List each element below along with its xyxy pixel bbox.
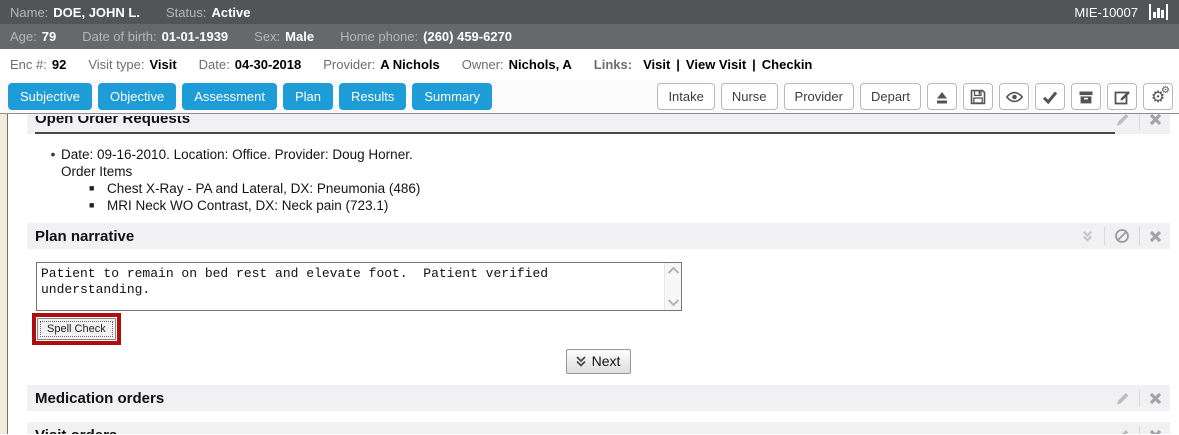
confirm-button[interactable] — [1035, 83, 1065, 110]
preview-eye-icon — [1005, 88, 1024, 106]
visit-type-value: Visit — [149, 57, 176, 72]
link-visit[interactable]: Visit — [643, 57, 670, 72]
disable-ban-icon[interactable] — [1114, 228, 1130, 244]
patient-status-group: Status: Active — [166, 5, 251, 20]
age-value: 79 — [42, 29, 56, 44]
section-header-open-order-requests[interactable]: Open Order Requests — [27, 114, 1170, 134]
enc-number-label: Enc #: — [10, 57, 47, 72]
sex-value: Male — [285, 29, 314, 44]
nurse-button[interactable]: Nurse — [721, 83, 778, 110]
close-x-icon[interactable] — [1149, 392, 1162, 405]
encounter-toolbar: Subjective Objective Assessment Plan Res… — [0, 80, 1179, 114]
settings-button[interactable]: ⚙ ⚙ — [1143, 83, 1173, 110]
eject-icon — [933, 88, 951, 106]
close-x-icon[interactable] — [1149, 230, 1162, 243]
edit-pencil-icon[interactable] — [1115, 114, 1130, 132]
tab-plan[interactable]: Plan — [283, 83, 333, 110]
archive-icon — [1077, 88, 1095, 106]
order-item: ■ Chest X-Ray - PA and Lateral, DX: Pneu… — [45, 180, 1170, 197]
eject-button[interactable] — [927, 83, 957, 110]
double-chevron-down-icon — [575, 355, 587, 368]
compose-button[interactable] — [1107, 83, 1137, 110]
visit-date-label: Date: — [199, 57, 230, 72]
spell-check-button[interactable]: Spell Check — [37, 318, 116, 340]
flowsheet-bar-chart-icon[interactable] — [1148, 4, 1169, 20]
intake-button[interactable]: Intake — [657, 83, 714, 110]
content-area: Open Order Requests • Date: 09 — [0, 114, 1179, 434]
owner-value: Nichols, A — [509, 57, 572, 72]
left-edge-strip — [0, 114, 8, 434]
checkmark-icon — [1041, 88, 1059, 106]
tab-subjective[interactable]: Subjective — [8, 83, 92, 110]
encounter-links: Links: Visit | View Visit | Checkin — [594, 57, 813, 72]
visit-date-value: 04-30-2018 — [235, 57, 302, 72]
section-title: Open Order Requests — [35, 116, 1115, 131]
age-label: Age: — [10, 29, 37, 44]
next-button[interactable]: Next — [566, 349, 632, 374]
patient-name: DOE, JOHN L. — [53, 5, 140, 20]
patient-name-group: Name: DOE, JOHN L. — [10, 5, 140, 20]
tab-summary[interactable]: Summary — [412, 83, 492, 110]
archive-button[interactable] — [1071, 83, 1101, 110]
chart-id: MIE-10007 — [1074, 5, 1138, 20]
patient-banner-row2: Age: 79 Date of birth: 01-01-1939 Sex: M… — [0, 24, 1179, 49]
edit-pencil-icon[interactable] — [1115, 428, 1130, 435]
dob-value: 01-01-1939 — [162, 29, 229, 44]
provider-value: A Nichols — [380, 57, 439, 72]
save-button[interactable] — [963, 83, 993, 110]
close-x-icon[interactable] — [1149, 114, 1162, 131]
home-phone-value: (260) 459-6270 — [423, 29, 512, 44]
patient-banner-row1: Name: DOE, JOHN L. Status: Active MIE-10… — [0, 0, 1179, 24]
section-header-visit-orders[interactable]: Visit orders — [27, 422, 1170, 434]
section-title: Plan narrative — [35, 228, 134, 245]
depart-button[interactable]: Depart — [860, 83, 921, 110]
owner-label: Owner: — [462, 57, 504, 72]
compose-icon — [1113, 88, 1132, 106]
order-items-label: Order Items — [45, 163, 1170, 180]
scroll-up-icon[interactable] — [667, 266, 680, 274]
plan-narrative-textarea[interactable]: Patient to remain on bed rest and elevat… — [36, 262, 682, 311]
name-label: Name: — [10, 5, 48, 20]
provider-button[interactable]: Provider — [784, 83, 854, 110]
tab-results[interactable]: Results — [339, 83, 406, 110]
links-label: Links: — [594, 57, 632, 72]
visit-type-label: Visit type: — [88, 57, 144, 72]
section-title: Medication orders — [35, 390, 164, 407]
highlight-annotation-box: Spell Check — [32, 313, 121, 345]
edit-pencil-icon[interactable] — [1115, 391, 1130, 406]
section-header-plan-narrative[interactable]: Plan narrative — [27, 223, 1170, 249]
status-label: Status: — [166, 5, 206, 20]
section-header-medication-orders[interactable]: Medication orders — [27, 385, 1170, 411]
dob-label: Date of birth: — [82, 29, 156, 44]
order-item: ■ MRI Neck WO Contrast, DX: Neck pain (7… — [45, 197, 1170, 214]
encounter-banner-row: Enc #: 92 Visit type: Visit Date: 04-30-… — [0, 49, 1179, 80]
link-checkin[interactable]: Checkin — [762, 57, 813, 72]
preview-button[interactable] — [999, 83, 1029, 110]
scroll-down-icon[interactable] — [667, 299, 680, 307]
close-x-icon[interactable] — [1149, 429, 1162, 435]
tab-assessment[interactable]: Assessment — [182, 83, 277, 110]
order-entry-line: • Date: 09-16-2010. Location: Office. Pr… — [45, 146, 1170, 163]
sex-label: Sex: — [254, 29, 280, 44]
textarea-scrollbar[interactable] — [664, 263, 681, 310]
plan-narrative-text[interactable]: Patient to remain on bed rest and elevat… — [37, 263, 681, 310]
enc-number-value: 92 — [52, 57, 66, 72]
status-value: Active — [211, 5, 250, 20]
provider-label: Provider: — [323, 57, 375, 72]
collapse-double-chevron-icon[interactable] — [1080, 229, 1095, 243]
tab-objective[interactable]: Objective — [98, 83, 176, 110]
save-icon — [969, 88, 987, 106]
home-phone-label: Home phone: — [340, 29, 418, 44]
section-title: Visit orders — [35, 427, 117, 435]
link-view-visit[interactable]: View Visit — [686, 57, 746, 72]
open-order-list: • Date: 09-16-2010. Location: Office. Pr… — [45, 146, 1170, 214]
